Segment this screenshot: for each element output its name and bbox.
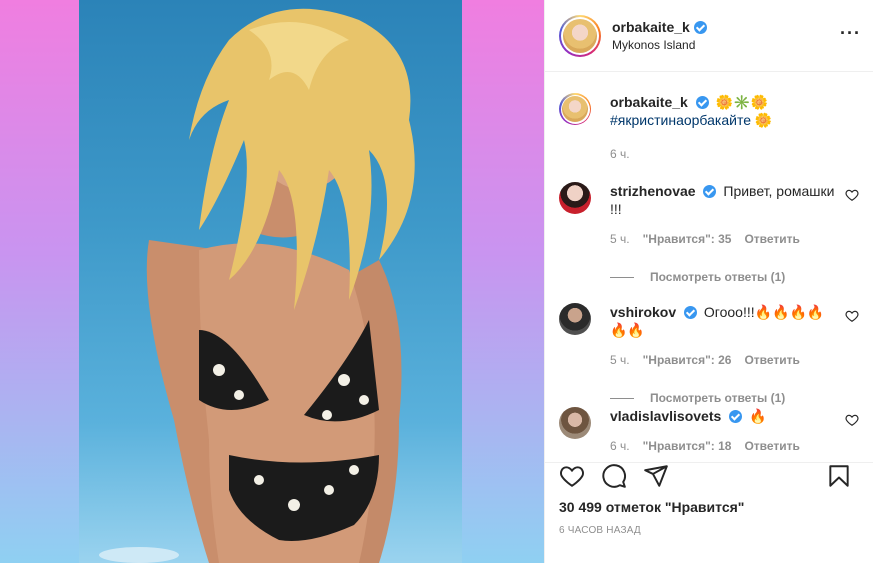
reply-button[interactable]: Ответить	[744, 437, 799, 455]
post-header: orbakaite_k Mykonos Island ···	[545, 0, 873, 72]
caption-time[interactable]: 6 ч.	[610, 145, 630, 163]
post-location[interactable]: Mykonos Island	[612, 38, 707, 52]
comment-username[interactable]: strizhenovae	[610, 183, 696, 199]
comment-like-heart-icon[interactable]	[845, 188, 859, 202]
post-panel: orbakaite_k Mykonos Island ··· orbakaite…	[544, 0, 873, 563]
caption-avatar[interactable]	[559, 93, 591, 125]
verified-badge-icon	[684, 306, 698, 319]
photo-illustration	[99, 8, 415, 563]
comment-likes[interactable]: "Нравится": 18	[643, 437, 732, 455]
comments-list: orbakaite_k 🌼✳️🌼 #якристинаорбакайте 🌼 6…	[545, 72, 873, 462]
author-username[interactable]: orbakaite_k	[612, 19, 707, 35]
caption-hashtag[interactable]: #якристинаорбакайте	[610, 112, 751, 128]
reply-button[interactable]: Ответить	[744, 230, 799, 248]
reply-button[interactable]: Ответить	[744, 351, 799, 369]
comment-likes[interactable]: "Нравится": 26	[643, 351, 732, 369]
post-actions: 30 499 отметок "Нравится" 6 часов назад	[545, 462, 873, 563]
verified-badge-icon	[693, 20, 707, 34]
comment-username[interactable]: vladislavlisovets	[610, 408, 721, 424]
comment-time[interactable]: 5 ч.	[610, 351, 630, 369]
bookmark-icon[interactable]	[826, 463, 852, 489]
comment-time[interactable]: 6 ч.	[610, 437, 630, 455]
view-replies-label: Посмотреть ответы (1)	[650, 391, 786, 405]
more-options-icon[interactable]: ···	[840, 24, 861, 42]
caption-emoji: 🌼✳️🌼	[715, 94, 768, 110]
commenter-avatar[interactable]	[559, 182, 591, 214]
verified-badge-icon	[695, 96, 709, 109]
author-avatar[interactable]	[559, 14, 601, 57]
caption-username[interactable]: orbakaite_k	[610, 94, 688, 110]
view-replies-button[interactable]: Посмотреть ответы (1)	[610, 268, 835, 286]
comment-username[interactable]: vshirokov	[610, 304, 676, 320]
caption-hashtag-emoji: 🌼	[754, 112, 773, 128]
comment-icon[interactable]	[601, 463, 627, 489]
verified-badge-icon	[703, 185, 717, 198]
view-replies-label: Посмотреть ответы (1)	[650, 270, 786, 284]
heart-icon[interactable]	[559, 463, 585, 489]
post-time-ago[interactable]: 6 часов назад	[559, 525, 860, 536]
comment-likes[interactable]: "Нравится": 35	[643, 230, 732, 248]
comment-like-heart-icon[interactable]	[845, 413, 859, 427]
commenter-avatar[interactable]	[559, 407, 591, 439]
view-replies-button[interactable]: Посмотреть ответы (1)	[610, 389, 835, 407]
commenter-avatar[interactable]	[559, 303, 591, 335]
comment-like-heart-icon[interactable]	[845, 309, 859, 323]
comment-time[interactable]: 5 ч.	[610, 230, 630, 248]
share-icon[interactable]	[643, 463, 669, 489]
verified-badge-icon	[729, 410, 743, 423]
post-photo[interactable]	[79, 0, 462, 563]
author-username-text[interactable]: orbakaite_k	[612, 19, 690, 35]
comment-text: 🔥	[749, 408, 767, 424]
